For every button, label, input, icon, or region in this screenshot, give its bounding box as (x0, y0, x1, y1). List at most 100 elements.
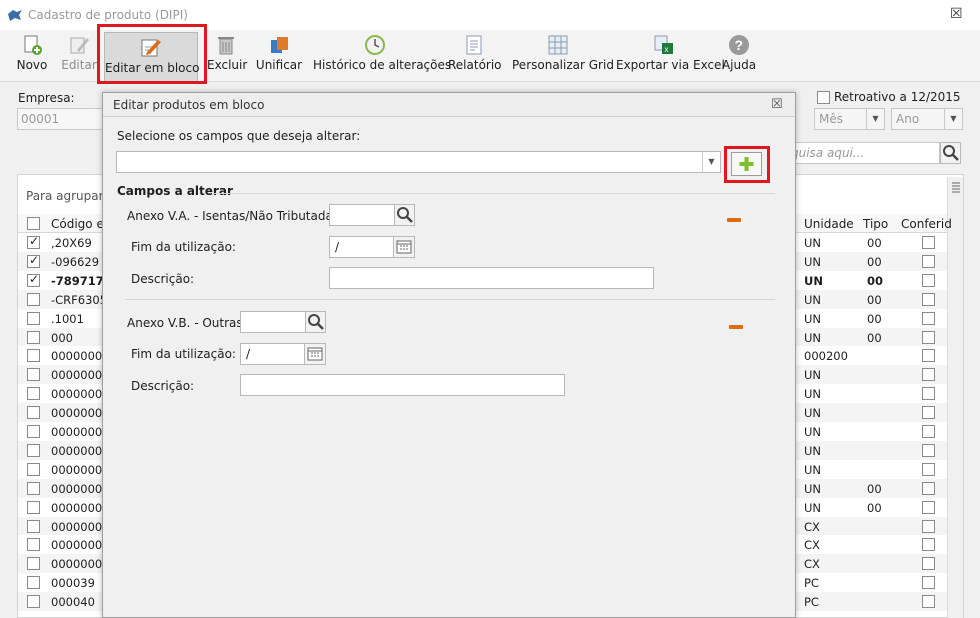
tipo-cell: 00 (867, 330, 882, 345)
row-checkbox[interactable] (27, 236, 40, 249)
conferido-checkbox[interactable] (922, 292, 935, 306)
descricao-input-1[interactable] (329, 267, 654, 289)
row-checkbox[interactable] (27, 330, 40, 344)
row-checkbox[interactable] (27, 500, 40, 514)
trash-icon (218, 37, 234, 55)
tipo-cell: 00 (867, 273, 884, 288)
conferido-checkbox[interactable] (922, 425, 935, 438)
conferido-checkbox[interactable] (922, 368, 935, 382)
search-button[interactable] (940, 142, 961, 164)
plus-icon (739, 157, 754, 171)
unidade-cell: 000200 (804, 349, 848, 364)
conferido-checkbox[interactable] (922, 406, 935, 420)
row-checkbox[interactable] (27, 292, 40, 306)
window-close-icon[interactable]: ☒ (950, 6, 963, 22)
history-label: Histórico de alterações (313, 58, 452, 72)
row-checkbox[interactable] (27, 311, 40, 325)
tipo-cell: 00 (867, 481, 882, 496)
search-icon (943, 145, 959, 161)
ano-select[interactable]: Ano ▼ (891, 108, 963, 130)
scroll-grip-icon (952, 182, 960, 193)
help-button[interactable]: ? Ajuda (721, 30, 757, 80)
col-conferido-header[interactable]: Conferid (901, 217, 952, 231)
conferido-checkbox[interactable] (922, 311, 935, 325)
conferido-checkbox[interactable] (922, 481, 935, 495)
unidade-cell: UN (804, 311, 822, 326)
fim-utilizacao-input-1[interactable]: / (329, 236, 394, 258)
group-divider (125, 299, 775, 300)
conferido-checkbox[interactable] (922, 519, 935, 533)
row-checkbox[interactable] (27, 349, 40, 363)
conferido-checkbox[interactable] (922, 443, 935, 457)
add-field-button[interactable] (731, 152, 762, 176)
conferido-checkbox[interactable] (922, 595, 935, 609)
row-checkbox[interactable] (27, 273, 40, 287)
col-unidade-header[interactable]: Unidade (804, 217, 854, 231)
row-checkbox[interactable] (27, 481, 40, 495)
row-checkbox[interactable] (27, 443, 40, 457)
conferido-checkbox[interactable] (922, 236, 935, 249)
conferido-checkbox[interactable] (922, 273, 935, 287)
app-logo-icon (8, 10, 22, 21)
empresa-field[interactable]: 00001 (17, 108, 103, 130)
row-checkbox[interactable] (27, 576, 40, 590)
customize-grid-button[interactable]: Personalizar Grid (512, 30, 614, 80)
remove-anexo-va-icon[interactable] (727, 218, 741, 222)
unidade-cell: UN (804, 500, 822, 515)
conferido-checkbox[interactable] (922, 557, 935, 571)
chevron-down-icon[interactable]: ▼ (702, 152, 720, 172)
window-title: Cadastro de produto (DIPI) (28, 8, 188, 22)
anexo-va-search-button[interactable] (394, 204, 415, 226)
conferido-checkbox[interactable] (922, 538, 935, 552)
select-all-checkbox[interactable] (27, 217, 40, 230)
conferido-checkbox[interactable] (922, 500, 935, 514)
report-button[interactable]: Relatório (448, 30, 502, 80)
row-checkbox[interactable] (27, 254, 40, 268)
retroativo-checkbox[interactable] (817, 91, 830, 104)
row-checkbox[interactable] (27, 387, 40, 401)
calendar-button-1[interactable] (393, 236, 415, 258)
grid-icon (548, 35, 568, 55)
new-button[interactable]: Novo (12, 30, 52, 80)
row-checkbox[interactable] (27, 519, 40, 533)
unify-icon (271, 37, 288, 53)
row-checkbox[interactable] (27, 425, 40, 438)
help-label: Ajuda (721, 58, 757, 72)
fim-utilizacao-input-2[interactable]: / (240, 343, 305, 365)
row-checkbox[interactable] (27, 368, 40, 382)
mes-select[interactable]: Mês ▼ (814, 108, 885, 130)
remove-anexo-vb-icon[interactable] (729, 325, 743, 329)
row-checkbox[interactable] (27, 538, 40, 552)
unidade-cell: UN (804, 443, 822, 458)
row-checkbox[interactable] (27, 595, 40, 609)
search-input[interactable]: quisa aqui... (785, 142, 940, 164)
anexo-va-input[interactable] (329, 204, 395, 226)
row-checkbox[interactable] (27, 406, 40, 420)
col-tipo-header[interactable]: Tipo (863, 217, 888, 231)
fim-utilizacao-label-2: Fim da utilização: (131, 347, 236, 361)
history-button[interactable]: Histórico de alterações (313, 30, 452, 80)
unify-button[interactable]: Unificar (255, 30, 303, 80)
fields-combobox[interactable] (116, 151, 721, 173)
anexo-vb-input[interactable] (240, 311, 306, 333)
conferido-checkbox[interactable] (922, 330, 935, 344)
conferido-checkbox[interactable] (922, 349, 935, 363)
delete-button[interactable]: Excluir (207, 30, 247, 80)
conferido-checkbox[interactable] (922, 254, 935, 268)
conferido-checkbox[interactable] (922, 462, 935, 476)
export-excel-button[interactable]: x Exportar via Excel (616, 30, 725, 80)
unidade-cell: UN (804, 425, 822, 439)
vertical-scrollbar[interactable] (947, 177, 963, 618)
conferido-checkbox[interactable] (922, 576, 935, 590)
descricao-input-2[interactable] (240, 374, 565, 396)
chevron-down-icon: ▼ (944, 109, 962, 129)
unify-label: Unificar (255, 58, 303, 72)
conferido-checkbox[interactable] (922, 387, 935, 401)
tipo-cell: 00 (867, 311, 882, 326)
edit-button[interactable]: Editar (58, 30, 100, 80)
calendar-button-2[interactable] (304, 343, 326, 365)
row-checkbox[interactable] (27, 557, 40, 571)
row-checkbox[interactable] (27, 462, 40, 476)
anexo-vb-search-button[interactable] (305, 311, 326, 333)
dialog-close-icon[interactable]: ☒ (771, 97, 783, 112)
